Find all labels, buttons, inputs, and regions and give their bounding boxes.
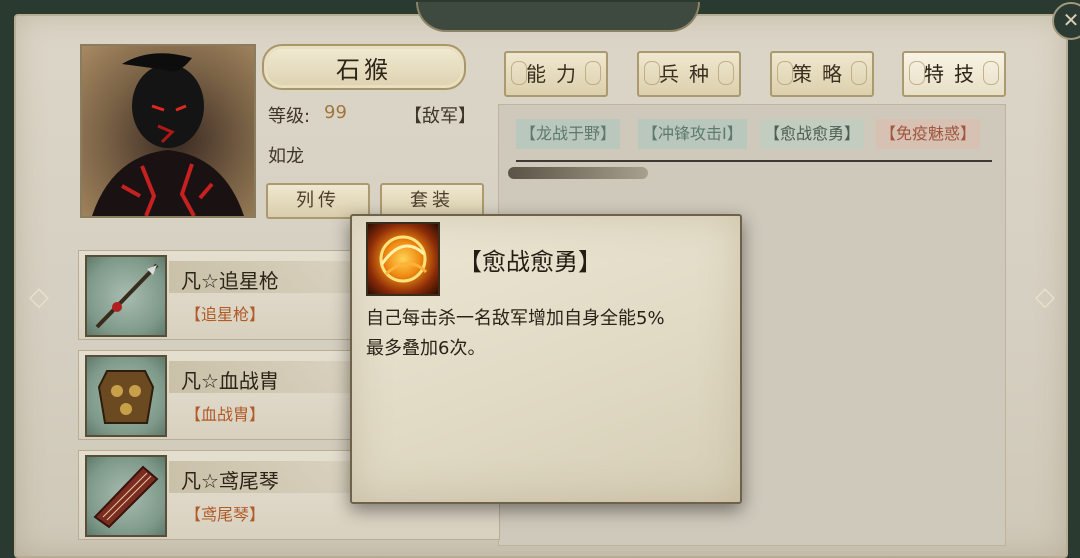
armor-icon	[85, 355, 167, 437]
equipment-name: 凡☆追星枪	[181, 269, 279, 293]
tooltip-title: 【愈战愈勇】	[458, 248, 602, 276]
tab-ornament-left	[644, 61, 660, 85]
tooltip-desc-line: 最多叠加6次。	[366, 338, 486, 359]
skill-tag[interactable]: 【龙战于野】	[516, 119, 621, 149]
title-ornament	[416, 2, 700, 32]
prev-hero-arrow[interactable]: ◇	[22, 280, 56, 314]
equipment-name: 凡☆鸢尾琴	[181, 469, 279, 493]
tab-ornament-left	[909, 61, 925, 85]
skill-tooltip: 【愈战愈勇】 自己每击杀一名敌军增加自身全能5% 最多叠加6次。	[350, 214, 742, 504]
next-hero-arrow[interactable]: ◇	[1028, 280, 1062, 314]
hero-portrait	[80, 44, 256, 218]
tab-ornament-right	[851, 61, 867, 85]
tab-ornament-right	[585, 61, 601, 85]
tab-ornament-right	[983, 61, 999, 85]
tab-strategy[interactable]: 策略	[770, 51, 874, 97]
equipment-subtitle: 【鸢尾琴】	[185, 505, 266, 524]
tab-ability[interactable]: 能力	[504, 51, 608, 97]
tab-label: 能力	[526, 62, 586, 86]
spear-icon	[85, 255, 167, 337]
hero-subtitle: 如龙	[268, 146, 304, 167]
tab-troops[interactable]: 兵种	[637, 51, 741, 97]
divider	[516, 160, 992, 162]
tooltip-desc-line: 自己每击杀一名敌军增加自身全能5%	[366, 308, 665, 329]
tab-label: 特技	[924, 62, 984, 86]
equipment-subtitle: 【追星枪】	[185, 305, 266, 324]
equipment-subtitle: 【血战胄】	[185, 405, 266, 424]
tab-label: 兵种	[659, 62, 719, 86]
tab-ornament-left	[777, 61, 793, 85]
equipment-name: 凡☆血战胄	[181, 369, 279, 393]
tab-label: 策略	[792, 62, 852, 86]
tooltip-description: 自己每击杀一名敌军增加自身全能5% 最多叠加6次。	[366, 304, 726, 364]
faction-label: 【敌军】	[404, 106, 476, 127]
zither-icon	[85, 455, 167, 537]
level-value: 99	[324, 102, 347, 123]
hero-name: 石猴	[262, 44, 466, 90]
tab-ornament-right	[718, 61, 734, 85]
skill-tag[interactable]: 【冲锋攻击Ⅰ】	[638, 119, 747, 149]
level-label: 等级:	[268, 106, 311, 127]
tab-special-skills[interactable]: 特技	[902, 51, 1006, 97]
fire-skill-icon	[366, 222, 440, 296]
scrollbar[interactable]	[508, 167, 648, 179]
skill-tag[interactable]: 【免疫魅惑】	[876, 119, 981, 149]
skill-tag-selected[interactable]: 【愈战愈勇】	[760, 119, 865, 149]
tab-ornament-left	[511, 61, 527, 85]
